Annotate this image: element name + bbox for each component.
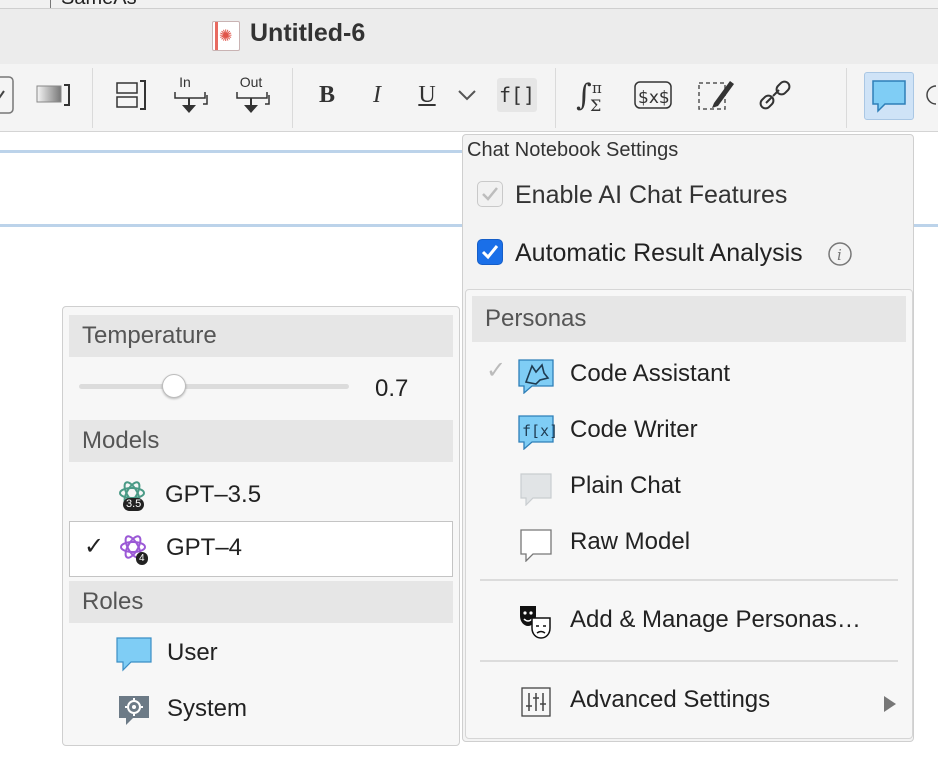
roles-header: Roles: [69, 581, 453, 623]
persona-label: Plain Chat: [570, 472, 681, 499]
persona-label: Code Writer: [570, 416, 698, 443]
persona-item-code-writer[interactable]: f[x] Code Writer: [466, 406, 912, 458]
add-manage-personas-label: Add & Manage Personas…: [570, 606, 861, 633]
sliders-icon: [521, 687, 551, 717]
cell-background-icon[interactable]: [34, 74, 74, 116]
enable-ai-chat-label: Enable AI Chat Features: [515, 181, 788, 209]
input-cell-button[interactable]: In: [170, 74, 212, 116]
openai-logo-icon: 3.5: [115, 478, 149, 512]
checkmark-icon: ✓: [84, 533, 105, 560]
inline-formula-icon[interactable]: $x$: [632, 74, 676, 116]
input-label: In: [179, 74, 191, 90]
cell-divider-line: [0, 150, 470, 153]
advanced-settings-item[interactable]: Advanced Settings: [466, 674, 912, 730]
role-label: System: [167, 695, 248, 722]
window-title: Untitled-6: [250, 19, 366, 47]
enable-ai-chat-checkbox[interactable]: [477, 181, 503, 207]
add-manage-personas-item[interactable]: Add & Manage Personas…: [466, 594, 912, 650]
output-label: Out: [239, 74, 263, 90]
partial-next-icon[interactable]: [926, 74, 938, 116]
gear-chat-icon: [119, 696, 149, 725]
model-item-gpt-4[interactable]: ✓ 4 GPT–4: [69, 521, 453, 577]
automatic-result-analysis-label: Automatic Result Analysis: [515, 239, 803, 267]
svg-text:f[x]: f[x]: [522, 422, 556, 440]
persona-item-raw-model[interactable]: Raw Model: [466, 518, 912, 570]
toolbar-separator: [555, 68, 556, 128]
model-badge: 4: [136, 552, 148, 565]
window-top-strip: SameAs: [0, 0, 938, 8]
model-item-gpt-3-5[interactable]: 3.5 GPT–3.5: [115, 475, 261, 515]
wolf-chat-icon: [518, 359, 554, 394]
gray-chat-bubble-icon: [520, 473, 552, 506]
menu-divider: [480, 660, 898, 662]
function-template-button[interactable]: f[]: [497, 78, 537, 112]
svg-text:π: π: [592, 79, 602, 97]
chevron-down-icon[interactable]: [452, 74, 482, 116]
checkmark-icon: ✓: [486, 357, 507, 384]
persona-item-plain-chat[interactable]: Plain Chat: [466, 462, 912, 514]
temperature-slider-thumb[interactable]: [161, 374, 186, 398]
info-icon[interactable]: i: [827, 241, 853, 267]
models-header: Models: [69, 420, 453, 462]
italic-button[interactable]: I: [362, 74, 392, 116]
role-item-user[interactable]: User: [115, 633, 218, 673]
model-settings-menu: Temperature 0.7 Models 3.5 GPT–3.5 ✓ 4 G…: [62, 306, 460, 746]
theater-masks-icon: [520, 606, 551, 639]
blue-chat-bubble-icon: [116, 637, 152, 672]
group-cells-icon[interactable]: [112, 74, 152, 116]
temperature-header: Temperature: [69, 315, 453, 357]
personas-header: Personas: [472, 296, 906, 342]
partial-tab[interactable]: SameAs: [50, 0, 170, 8]
svg-text:i: i: [837, 246, 842, 264]
integral-sum-icon[interactable]: ∫ π Σ: [574, 74, 614, 116]
temperature-value: 0.7: [375, 375, 409, 402]
toolbar-separator: [92, 68, 93, 128]
persona-label: Code Assistant: [570, 360, 731, 387]
fx-chat-icon: f[x]: [518, 415, 556, 450]
output-cell-button[interactable]: Out: [232, 74, 274, 116]
underline-button[interactable]: U: [412, 74, 442, 116]
hyperlink-icon[interactable]: [756, 74, 796, 116]
chat-notebook-settings-menu: Chat Notebook Settings Enable AI Chat Fe…: [462, 134, 914, 742]
toolbar-separator: [292, 68, 293, 128]
automatic-result-analysis-checkbox[interactable]: [477, 239, 503, 265]
model-label: GPT–3.5: [165, 481, 262, 508]
personas-panel: Personas ✓ Code Assistant f[x] Code Writ…: [465, 289, 913, 739]
title-bar: ✺ Untitled-6: [0, 8, 938, 64]
model-label: GPT–4: [166, 534, 243, 561]
svg-text:$x$: $x$: [638, 88, 670, 108]
drawing-tool-icon[interactable]: [694, 74, 738, 116]
outline-chat-bubble-icon: [520, 529, 552, 562]
notebook-document-icon: ✺: [212, 21, 240, 51]
temperature-slider-track[interactable]: [79, 384, 349, 389]
persona-label: Raw Model: [570, 528, 691, 555]
role-label: User: [167, 639, 218, 666]
svg-text:Σ: Σ: [590, 96, 601, 115]
partial-check-button[interactable]: [0, 74, 16, 116]
notebook-toolbar: In Out B I U f[] ∫ π Σ $x$: [0, 64, 938, 132]
advanced-settings-label: Advanced Settings: [570, 686, 771, 713]
submenu-arrow-icon: [884, 696, 896, 712]
model-badge: 3.5: [123, 498, 145, 511]
role-item-system[interactable]: System: [115, 689, 247, 729]
bold-button[interactable]: B: [312, 74, 342, 116]
toolbar-separator: [846, 68, 847, 128]
menu-divider: [480, 579, 898, 581]
openai-logo-icon: 4: [116, 532, 150, 566]
settings-menu-header: Chat Notebook Settings: [467, 139, 679, 161]
chat-settings-button[interactable]: [864, 72, 914, 120]
persona-item-code-assistant[interactable]: ✓ Code Assistant: [466, 350, 912, 402]
